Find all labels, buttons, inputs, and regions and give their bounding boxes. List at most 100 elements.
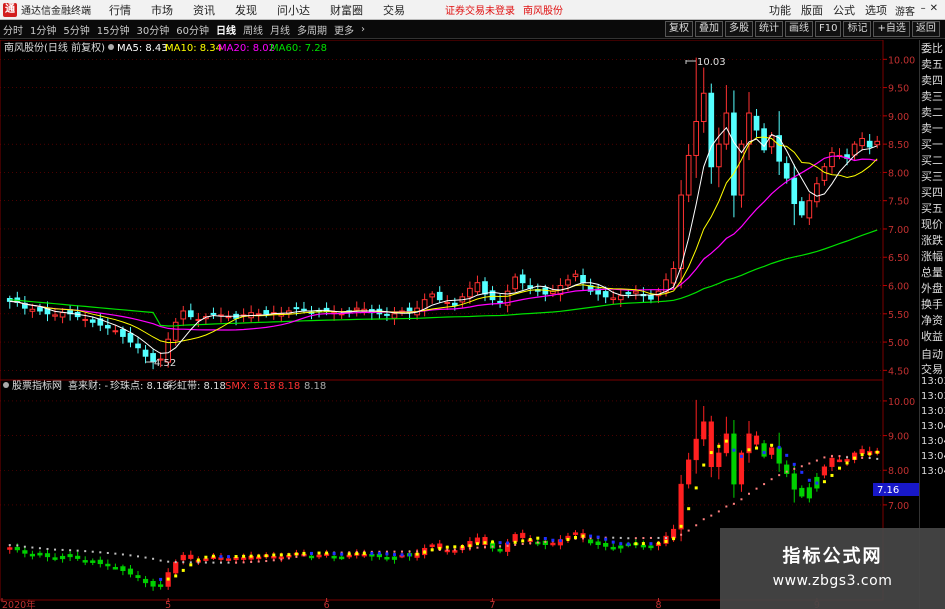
period-daily[interactable]: 日线	[213, 22, 239, 37]
candle-body	[89, 319, 96, 323]
rainbow-dot	[294, 552, 298, 556]
smx-dot	[846, 456, 849, 459]
period-multi[interactable]: 多周期	[294, 22, 330, 37]
rainbow-dot	[491, 540, 495, 544]
side-bottom-item-4: 13:03	[921, 406, 945, 417]
guest-label[interactable]: 游客	[895, 3, 915, 18]
legend-toggle-icon[interactable]	[108, 44, 114, 50]
candle-body	[580, 275, 586, 284]
statistics-button[interactable]: 统计	[755, 21, 783, 37]
period-30min[interactable]: 30分钟	[133, 22, 172, 37]
main-candles	[6, 57, 881, 370]
chart-svg: 10.00 9.50 9.00 8.50 8.00 7.50 7.00 6.50 6.00 5.5…	[0, 40, 919, 609]
menu-options[interactable]: 选项	[865, 2, 887, 18]
menu-quotes[interactable]: 行情	[109, 2, 131, 18]
rainbow-dot	[460, 544, 464, 548]
menu-layout[interactable]: 版面	[801, 2, 823, 18]
time-tick-label: 5	[165, 600, 171, 609]
smx-dot	[287, 557, 290, 560]
menu-wealth-circle[interactable]: 财富圈	[330, 2, 363, 18]
rainbow-dot	[641, 542, 645, 546]
menu-formula[interactable]: 公式	[833, 2, 855, 18]
chevron-right-icon[interactable]: ›	[358, 24, 368, 35]
rainbow-dot	[604, 537, 608, 541]
period-1min[interactable]: 1分钟	[27, 22, 59, 37]
period-15min[interactable]: 15分钟	[94, 22, 133, 37]
candle-body	[82, 318, 89, 321]
f10-button[interactable]: F10	[815, 21, 842, 37]
sub-candle-body	[97, 559, 103, 565]
smx-dot	[830, 455, 833, 458]
price-tick-label: 8.00	[888, 168, 909, 179]
candle-body	[572, 273, 579, 278]
rainbow-dot	[822, 480, 826, 484]
sub-legend-toggle-icon[interactable]	[3, 382, 9, 388]
minimize-icon[interactable]: –	[921, 3, 930, 14]
current-stock-link[interactable]: 南风股份	[523, 2, 563, 17]
overlay-button[interactable]: 叠加	[695, 21, 723, 37]
period-toolbar: 分时 1分钟 5分钟 15分钟 30分钟 60分钟 日线 周线 月线 多周期 更…	[0, 20, 945, 39]
candle-body	[617, 295, 624, 301]
candle-body	[127, 332, 134, 343]
candle-body	[731, 112, 737, 196]
candle-body	[565, 279, 571, 286]
multi-stock-button[interactable]: 多股	[725, 21, 753, 37]
period-monthly[interactable]: 月线	[267, 22, 293, 37]
menu-discover[interactable]: 发现	[235, 2, 257, 18]
rainbow-dot	[574, 535, 578, 539]
period-more[interactable]: 更多	[331, 22, 357, 37]
smx-dot	[461, 548, 464, 551]
side-bottom-item-2: 13:03	[921, 376, 945, 387]
period-60min[interactable]: 60分钟	[173, 22, 212, 37]
sub-candle-body	[75, 555, 81, 559]
sub-tick-label: 8.00	[888, 466, 909, 477]
back-button[interactable]: 返回	[911, 21, 940, 37]
draw-line-button[interactable]: 画线	[785, 21, 813, 37]
smx-dot	[491, 545, 494, 548]
period-weekly[interactable]: 周线	[240, 22, 266, 37]
smx-dot	[219, 561, 222, 564]
sub-candle-body	[150, 581, 156, 587]
menu-assistant[interactable]: 问小达	[277, 2, 310, 18]
trade-login-notice[interactable]: 证券交易未登录	[445, 2, 515, 17]
sub-candle-body	[452, 550, 458, 553]
smx-dot	[235, 561, 238, 564]
period-5min[interactable]: 5分钟	[60, 22, 92, 37]
side-bottom-item-1: 交易	[921, 363, 943, 376]
rainbow-dot	[189, 563, 193, 567]
mark-button[interactable]: 标记	[843, 21, 872, 37]
sub-candle-body	[7, 547, 13, 550]
menu-function[interactable]: 功能	[769, 2, 791, 18]
sub-candle-body	[753, 435, 760, 445]
smx-dot	[506, 544, 509, 547]
side-bottom-item-7: 13:04	[921, 451, 945, 462]
sub-candle-body	[776, 447, 782, 464]
side-label-16: 换手	[921, 298, 943, 311]
candle-body	[625, 292, 632, 295]
side-label-7: 买二	[921, 154, 943, 167]
smx-dot	[23, 545, 26, 548]
candle-body	[210, 312, 217, 315]
rainbow-dot	[234, 555, 238, 559]
rainbow-dot	[362, 551, 366, 555]
smx-dot	[732, 502, 735, 505]
sub-candle-body	[686, 459, 692, 485]
adjust-button[interactable]: 复权	[665, 21, 693, 37]
sub-candle-body	[180, 554, 186, 561]
close-icon[interactable]: ✕	[930, 3, 942, 14]
menu-trade[interactable]: 交易	[383, 2, 405, 18]
sub-candle-body	[384, 556, 390, 560]
menu-news[interactable]: 资讯	[193, 2, 215, 18]
smx-dot	[483, 546, 486, 549]
rainbow-dot	[159, 577, 163, 581]
candle-body	[436, 291, 443, 301]
rainbow-dot	[453, 545, 457, 549]
menu-market[interactable]: 市场	[151, 2, 173, 18]
period-tick[interactable]: 分时	[0, 22, 26, 37]
smx-dot	[182, 561, 185, 564]
candle-body	[633, 290, 639, 294]
candle-body	[59, 312, 66, 318]
kline-chart[interactable]: 10.00 9.50 9.00 8.50 8.00 7.50 7.00 6.50 6.00 5.5…	[0, 40, 945, 609]
rainbow-dot	[634, 542, 638, 546]
add-watchlist-button[interactable]: +自选	[873, 21, 910, 37]
